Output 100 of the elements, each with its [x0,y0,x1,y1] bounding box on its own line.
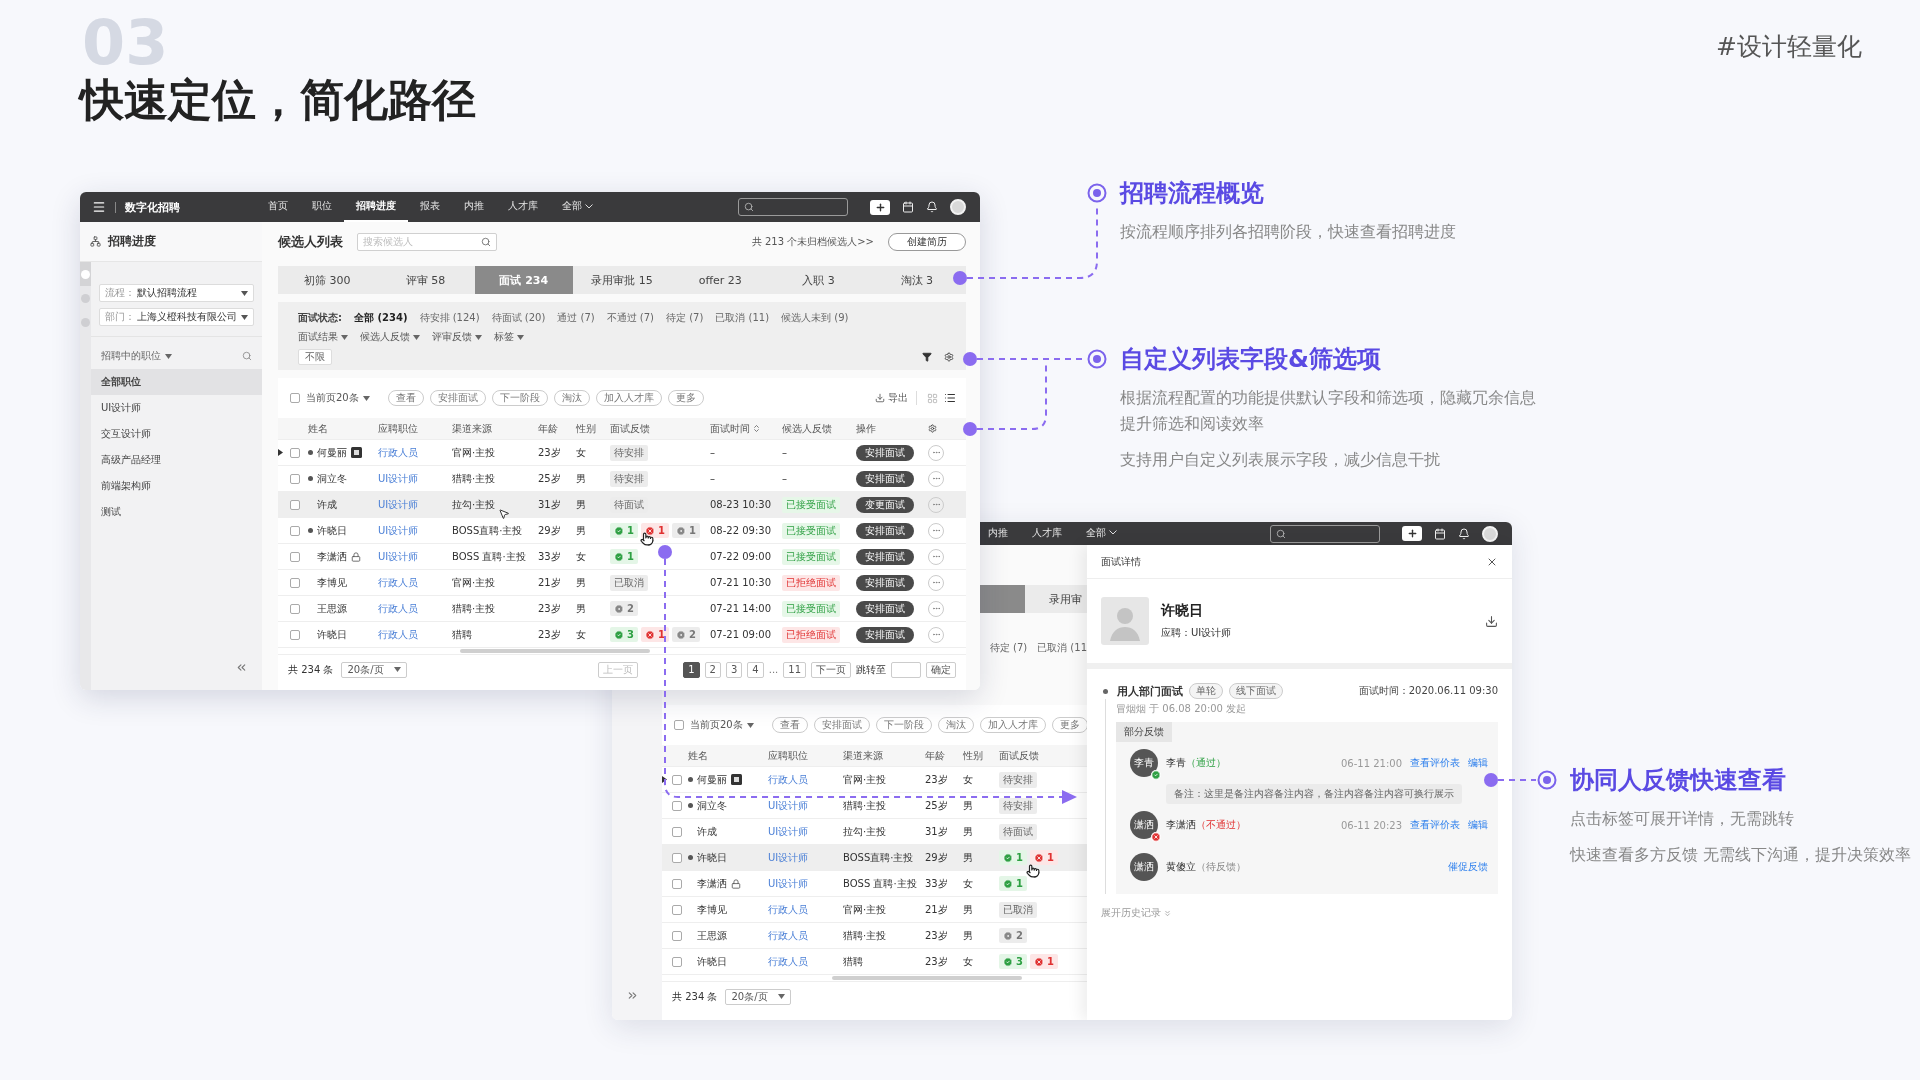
section-dropdown[interactable]: 招聘中的职位 [101,349,161,363]
checkbox[interactable] [672,930,682,941]
schedule-button[interactable]: 安排面试 [856,470,914,487]
nav-tab[interactable]: 人才库 [1020,522,1074,545]
filter-icon[interactable] [922,352,932,362]
filter-dropdown[interactable]: 标签 [494,330,524,344]
sidebar-item[interactable]: 全部职位 [91,369,262,395]
status-filter[interactable]: 通过 (7) [557,311,595,325]
status-filter[interactable]: 已取消 (11 [1037,641,1087,657]
checkbox[interactable] [672,878,682,889]
position-link[interactable]: UI设计师 [378,549,419,564]
stage-tab[interactable]: 淘汰 3 [867,266,966,294]
create-button[interactable]: 创建简历 [888,233,966,251]
position-link[interactable]: UI设计师 [378,471,419,486]
checkbox[interactable] [290,393,300,403]
feedback-tab[interactable]: 部分反馈 [1116,722,1172,742]
action-button[interactable]: 更多 [667,390,704,406]
status-filter[interactable]: 待定 (7) [989,641,1028,657]
status-filter[interactable]: 全部 (234) [354,311,408,325]
page-button[interactable]: 11 [783,661,806,678]
list-view-icon[interactable] [944,392,956,404]
position-link[interactable]: UI设计师 [768,850,809,865]
table-row[interactable]: 许成 UI设计师 拉勾·主投 31岁 男 待面试 08-23 10:30 已接受面试 变更面试 [278,492,966,518]
search-field[interactable] [738,198,848,216]
page-select[interactable]: 当前页20条 [306,391,370,405]
checkbox[interactable] [290,603,300,614]
nav-tab[interactable]: 内推 [452,192,496,222]
sortable-column-header[interactable]: 面试时间 [710,421,761,436]
checkbox[interactable] [672,904,682,915]
checkbox[interactable] [290,577,300,588]
status-filter[interactable]: 待面试 (20) [491,311,546,325]
filter-select[interactable]: 流程： 默认招聘流程 [99,284,254,302]
schedule-button[interactable]: 安排面试 [856,626,914,643]
result-chip[interactable]: 1 [671,523,700,538]
action-button[interactable]: 更多 [1051,717,1088,733]
action-button[interactable]: 加入人才库 [979,717,1046,733]
result-chip[interactable]: 1 [1029,850,1058,865]
checkbox[interactable] [672,826,682,837]
add-button[interactable] [870,199,890,215]
nav-tab[interactable]: 全部 [550,192,605,222]
page-button[interactable]: 4 [747,661,764,678]
status-filter[interactable]: 候选人未到 (9) [781,311,849,325]
feedback-link[interactable]: 查看评价表 [1410,756,1460,770]
position-link[interactable]: UI设计师 [378,523,419,538]
result-chip[interactable]: 2 [999,928,1027,943]
checkbox[interactable] [672,774,682,785]
filter-dropdown[interactable]: 评审反馈 [432,330,482,344]
status-filter[interactable]: 不通过 (7) [606,311,654,325]
status-filter[interactable]: 待定 (7) [666,311,704,325]
checkbox[interactable] [290,473,300,484]
checkbox[interactable] [290,551,300,562]
feedback-link[interactable]: 催促反馈 [1448,860,1488,874]
stage-tab[interactable]: 初筛 300 [278,266,377,294]
nav-tab[interactable]: 内推 [976,522,1020,545]
action-button[interactable]: 下一阶段 [491,390,548,406]
nav-tab[interactable]: 报表 [408,192,452,222]
settings-icon[interactable] [928,424,937,433]
stage-tab[interactable]: 评审 58 [376,266,475,294]
result-chip[interactable]: 2 [671,627,700,642]
schedule-button[interactable]: 变更面试 [856,496,914,513]
checkbox[interactable] [290,525,300,536]
action-button[interactable]: 查看 [771,717,808,733]
sidebar-item[interactable]: 测试 [91,499,262,525]
next-page-button[interactable]: 下一页 [811,661,851,678]
schedule-button[interactable]: 安排面试 [856,574,914,591]
action-button[interactable]: 淘汰 [937,717,974,733]
position-link[interactable]: 行政人员 [768,954,808,969]
action-button[interactable]: 下一阶段 [875,717,932,733]
page-size-select[interactable]: 20条/页 [725,988,791,1005]
settings-icon[interactable] [944,352,954,362]
add-button[interactable] [1402,526,1422,541]
result-chip[interactable]: 2 [610,601,638,616]
result-chip[interactable]: 1 [640,523,669,538]
action-button[interactable]: 查看 [387,390,424,406]
position-link[interactable]: 行政人员 [378,445,418,460]
schedule-button[interactable]: 安排面试 [856,548,914,565]
sidebar-item[interactable]: 交互设计师 [91,421,262,447]
calendar-icon[interactable] [902,201,914,213]
bell-icon[interactable] [926,201,938,213]
search-icon[interactable] [242,351,252,361]
stage-tab[interactable]: offer 23 [671,266,770,294]
page-select[interactable]: 当前页20条 [690,718,754,732]
collapse-icon[interactable] [235,661,248,674]
page-size-select[interactable]: 20条/页 [341,661,407,678]
sidebar-item[interactable]: UI设计师 [91,395,262,421]
action-button[interactable]: 安排面试 [429,390,486,406]
page-button[interactable]: 3 [725,661,743,678]
result-chip[interactable]: 1 [1029,954,1058,969]
grid-view-icon[interactable] [927,392,938,404]
calendar-icon[interactable] [1434,527,1446,540]
result-chip[interactable]: 1 [640,627,669,642]
position-link[interactable]: 行政人员 [768,928,808,943]
expand-icon[interactable] [278,449,283,456]
filter-dropdown[interactable]: 候选人反馈 [360,330,420,344]
feedback-link[interactable]: 编辑 [1468,756,1488,770]
status-filter[interactable]: 待安排 (124) [419,311,480,325]
search-field[interactable] [1270,524,1380,543]
feedback-link[interactable]: 编辑 [1468,818,1488,832]
filter-select[interactable]: 部门： 上海义橙科技有限公司 [99,308,254,326]
filter-dropdown[interactable]: 面试结果 [298,330,348,344]
